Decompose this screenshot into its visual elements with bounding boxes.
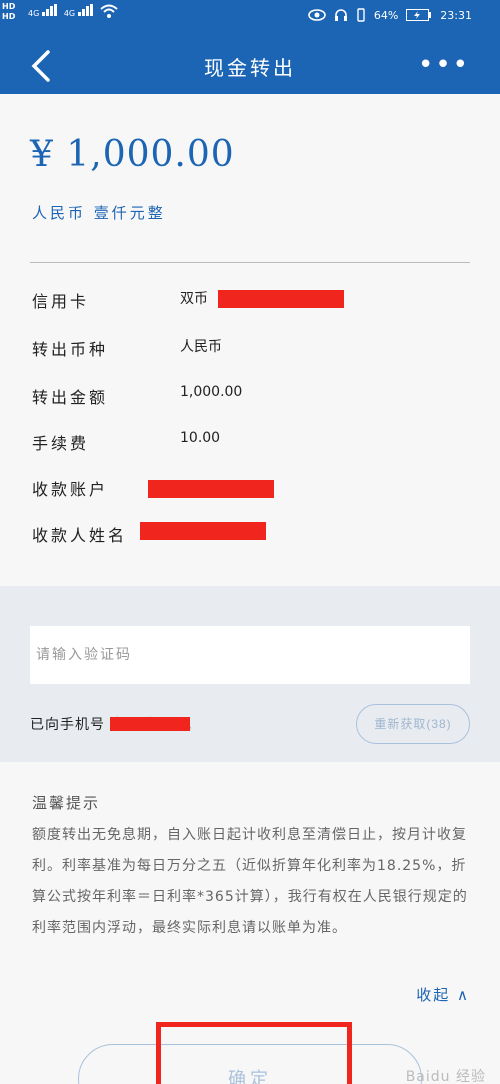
nav-bar: 现金转出 •••: [0, 36, 500, 94]
detail-label: 转出币种: [32, 340, 109, 359]
detail-row-credit-card: 信用卡 双币: [32, 288, 472, 318]
detail-label: 收款账户: [32, 480, 109, 499]
transfer-detail-card: ¥ 1,000.00 人民币 壹仟元整 信用卡 双币 转出币种 人民币 转出金额…: [0, 94, 500, 586]
detail-value: 1,000.00: [180, 384, 243, 400]
verification-code-input[interactable]: [30, 626, 470, 684]
collapse-link[interactable]: 收起 ∧: [416, 984, 470, 1005]
highlight-annotation-box: [156, 1022, 352, 1084]
detail-label: 收款人姓名: [32, 526, 128, 545]
detail-value: 人民币: [180, 339, 222, 355]
detail-value: 10.00: [180, 430, 221, 446]
divider: [30, 262, 470, 263]
detail-row-payee-name: 收款人姓名: [32, 522, 472, 552]
signal-icon: 4G: [28, 4, 58, 18]
transfer-amount: ¥ 1,000.00: [30, 134, 235, 175]
detail-label: 信用卡: [32, 292, 90, 311]
tips-title: 温馨提示: [32, 794, 101, 812]
verification-section: 已向手机号 发送验证码。 重新获取(38): [0, 586, 500, 762]
redaction-mark: [110, 717, 190, 731]
battery-icon: [406, 9, 432, 21]
redaction-mark: [148, 480, 274, 498]
redaction-mark: [218, 290, 344, 308]
resend-code-button[interactable]: 重新获取(38): [356, 704, 470, 744]
battery-percent: 64%: [373, 8, 399, 22]
hd-labels: HD HD: [2, 2, 16, 21]
detail-value: 双币: [180, 291, 208, 307]
headphones-icon: [334, 9, 347, 21]
signal-icon: 4G: [64, 4, 94, 18]
vibrate-icon: [357, 8, 365, 22]
detail-label: 转出金额: [32, 388, 109, 407]
tips-section: 温馨提示 额度转出无免息期，自入账日起计收利息至清偿日止，按月计收复利。利率基准…: [0, 762, 500, 1084]
tips-body: 额度转出无免息期，自入账日起计收利息至清偿日止，按月计收复利。利率基准为每日万分…: [32, 827, 468, 936]
more-options-icon[interactable]: •••: [418, 52, 470, 78]
redaction-mark: [140, 522, 266, 540]
clock: 23:31: [440, 8, 472, 22]
eye-icon: [308, 9, 326, 21]
detail-row-currency: 转出币种 人民币: [32, 336, 472, 366]
detail-row-fee: 手续费 10.00: [32, 430, 472, 460]
amount-in-words: 人民币 壹仟元整: [32, 204, 166, 222]
wifi-icon: [100, 4, 118, 18]
watermark: Baidu 经验: [405, 1069, 486, 1084]
detail-row-amount: 转出金额 1,000.00: [32, 384, 472, 414]
status-bar: HD HD 4G 4G 64% 23:31: [0, 0, 500, 36]
detail-row-payee-account: 收款账户: [32, 476, 472, 506]
detail-label: 手续费: [32, 434, 90, 453]
